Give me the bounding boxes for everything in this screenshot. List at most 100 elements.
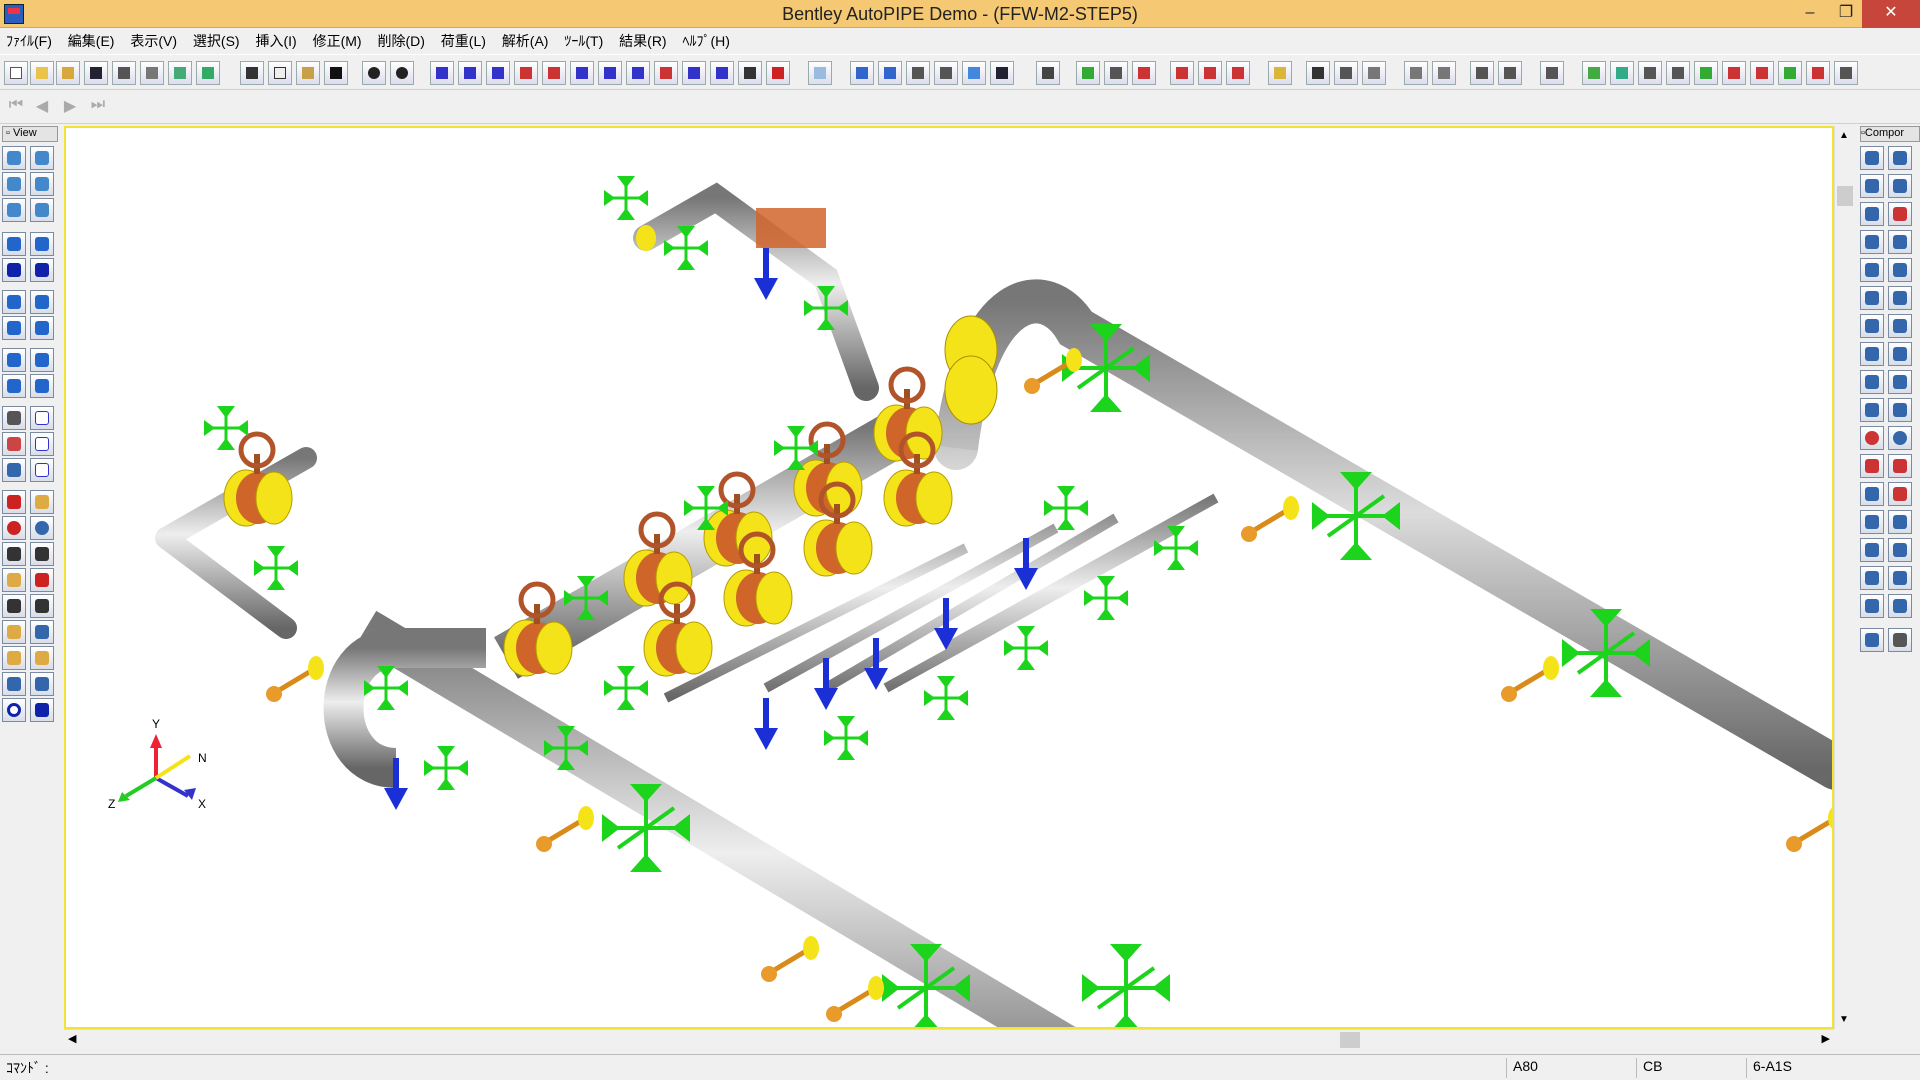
beam-component-icon[interactable] (1888, 398, 1912, 422)
model-viewport[interactable]: Y N X Z (64, 126, 1834, 1029)
zoom-in-icon[interactable] (2, 146, 26, 170)
menu-file[interactable]: ﾌｧｲﾙ(F) (0, 28, 58, 51)
rod-component-icon[interactable] (1888, 314, 1912, 338)
rotate-view-d-icon[interactable] (30, 316, 54, 340)
previous-point-icon[interactable]: ◀ (30, 96, 54, 118)
eq-b-component-icon[interactable] (1888, 594, 1912, 618)
undo-icon[interactable] (362, 61, 386, 85)
gauge-component-icon[interactable] (1888, 426, 1912, 450)
select-point-icon[interactable] (430, 61, 454, 85)
vertical-scroll-thumb[interactable] (1837, 186, 1853, 206)
flange-component-icon[interactable] (1888, 202, 1912, 226)
valve-tag-icon[interactable] (2, 490, 26, 514)
guide-component-icon[interactable] (1888, 342, 1912, 366)
joint-component-icon[interactable] (1860, 230, 1884, 254)
help-icon[interactable] (1268, 61, 1292, 85)
all-icon[interactable] (1404, 61, 1428, 85)
hide-support-icon[interactable] (654, 61, 678, 85)
scroll-right-icon[interactable]: ▶ (1822, 1032, 1830, 1045)
table-icon[interactable] (1362, 61, 1386, 85)
show-all-icon[interactable] (626, 61, 650, 85)
dimension-icon[interactable] (2, 646, 26, 670)
hanger-component-icon[interactable] (1860, 314, 1884, 338)
bend-icon[interactable] (1198, 61, 1222, 85)
guide-display-icon[interactable] (2, 620, 26, 644)
orbit-reset-icon[interactable] (30, 374, 54, 398)
zoom-window-icon[interactable] (30, 172, 54, 196)
bend-component-icon[interactable] (1888, 146, 1912, 170)
pan-icon[interactable] (2, 172, 26, 196)
menu-analysis[interactable]: 解析(A) (496, 28, 555, 51)
anchor-component-icon[interactable] (1888, 258, 1912, 282)
select-arrow-icon[interactable] (738, 61, 762, 85)
sif-icon[interactable] (30, 672, 54, 696)
box-view-icon[interactable] (30, 406, 54, 430)
scroll-down-icon[interactable]: ▼ (1839, 1014, 1849, 1025)
chart-icon[interactable] (1306, 61, 1330, 85)
vertical-scrollbar[interactable]: ▲ ▼ (1834, 126, 1854, 1029)
snubber-component-icon[interactable] (1860, 342, 1884, 366)
menu-select[interactable]: 選択(S) (187, 28, 246, 51)
horizontal-scroll-thumb[interactable] (1340, 1032, 1360, 1048)
menu-view[interactable]: 表示(V) (124, 28, 183, 51)
pick-icon[interactable] (1076, 61, 1100, 85)
soil-display-icon[interactable] (30, 620, 54, 644)
tool-e-icon[interactable] (1722, 61, 1746, 85)
hide-tag-icon[interactable] (682, 61, 706, 85)
clear-select-icon[interactable] (766, 61, 790, 85)
cut-icon[interactable] (240, 61, 264, 85)
scroll-left-icon[interactable]: ◀ (68, 1032, 76, 1045)
tool-a-icon[interactable] (1610, 61, 1634, 85)
menu-load[interactable]: 荷重(L) (435, 28, 492, 51)
report-icon[interactable] (808, 61, 832, 85)
piping-model-canvas[interactable]: Y N X Z (66, 128, 1834, 1029)
paste-icon[interactable] (296, 61, 320, 85)
print-preview-icon[interactable] (140, 61, 164, 85)
zoom-previous-icon[interactable] (30, 198, 54, 222)
reducer-component-icon[interactable] (1888, 174, 1912, 198)
front-view-icon[interactable] (2, 258, 26, 282)
orbit-x-icon[interactable] (2, 348, 26, 372)
first-point-icon[interactable]: ⏮ (4, 96, 28, 118)
tee-icon[interactable] (1226, 61, 1250, 85)
w-icon[interactable] (1540, 61, 1564, 85)
import-icon[interactable] (196, 61, 220, 85)
pipe-component-icon[interactable] (1860, 146, 1884, 170)
show-tags-icon[interactable] (710, 61, 734, 85)
joint-display-icon[interactable] (2, 594, 26, 618)
tool-d-icon[interactable] (1694, 61, 1718, 85)
spring-display-icon[interactable] (30, 594, 54, 618)
mesh-icon[interactable] (1132, 61, 1156, 85)
e-s-icon[interactable] (850, 61, 874, 85)
wind-component-icon[interactable] (1888, 454, 1912, 478)
menu-edit[interactable]: 編集(E) (62, 28, 121, 51)
print-icon[interactable] (112, 61, 136, 85)
split-view-icon[interactable] (30, 432, 54, 456)
tool-c-icon[interactable] (1666, 61, 1690, 85)
frame-component-icon[interactable] (1860, 398, 1884, 422)
edit-component-icon[interactable] (1860, 628, 1884, 652)
v-icon[interactable] (30, 698, 54, 722)
cut-component-icon[interactable] (1860, 566, 1884, 590)
save-icon[interactable] (84, 61, 108, 85)
orbit-y-icon[interactable] (30, 348, 54, 372)
query-icon[interactable] (1036, 61, 1060, 85)
inspect-component-icon[interactable] (1888, 628, 1912, 652)
zoom-extents-icon[interactable] (2, 198, 26, 222)
pipe-view-icon[interactable] (2, 432, 26, 456)
open-file-icon[interactable] (30, 61, 54, 85)
calc-icon[interactable] (1498, 61, 1522, 85)
force-display-icon[interactable] (30, 568, 54, 592)
select-segment-icon[interactable] (458, 61, 482, 85)
thermal-component-icon[interactable] (1860, 454, 1884, 478)
close-button[interactable]: ✕ (1862, 0, 1920, 28)
list-icon[interactable] (1432, 61, 1456, 85)
redo-icon[interactable] (390, 61, 414, 85)
od-component-icon[interactable] (1860, 426, 1884, 450)
point-label-icon[interactable] (2, 516, 26, 540)
ps1-icon[interactable] (878, 61, 902, 85)
weld-component-icon[interactable] (1888, 538, 1912, 562)
scroll-up-icon[interactable]: ▲ (1839, 130, 1849, 141)
anchor-display-icon[interactable] (30, 542, 54, 566)
select-component-icon[interactable] (514, 61, 538, 85)
